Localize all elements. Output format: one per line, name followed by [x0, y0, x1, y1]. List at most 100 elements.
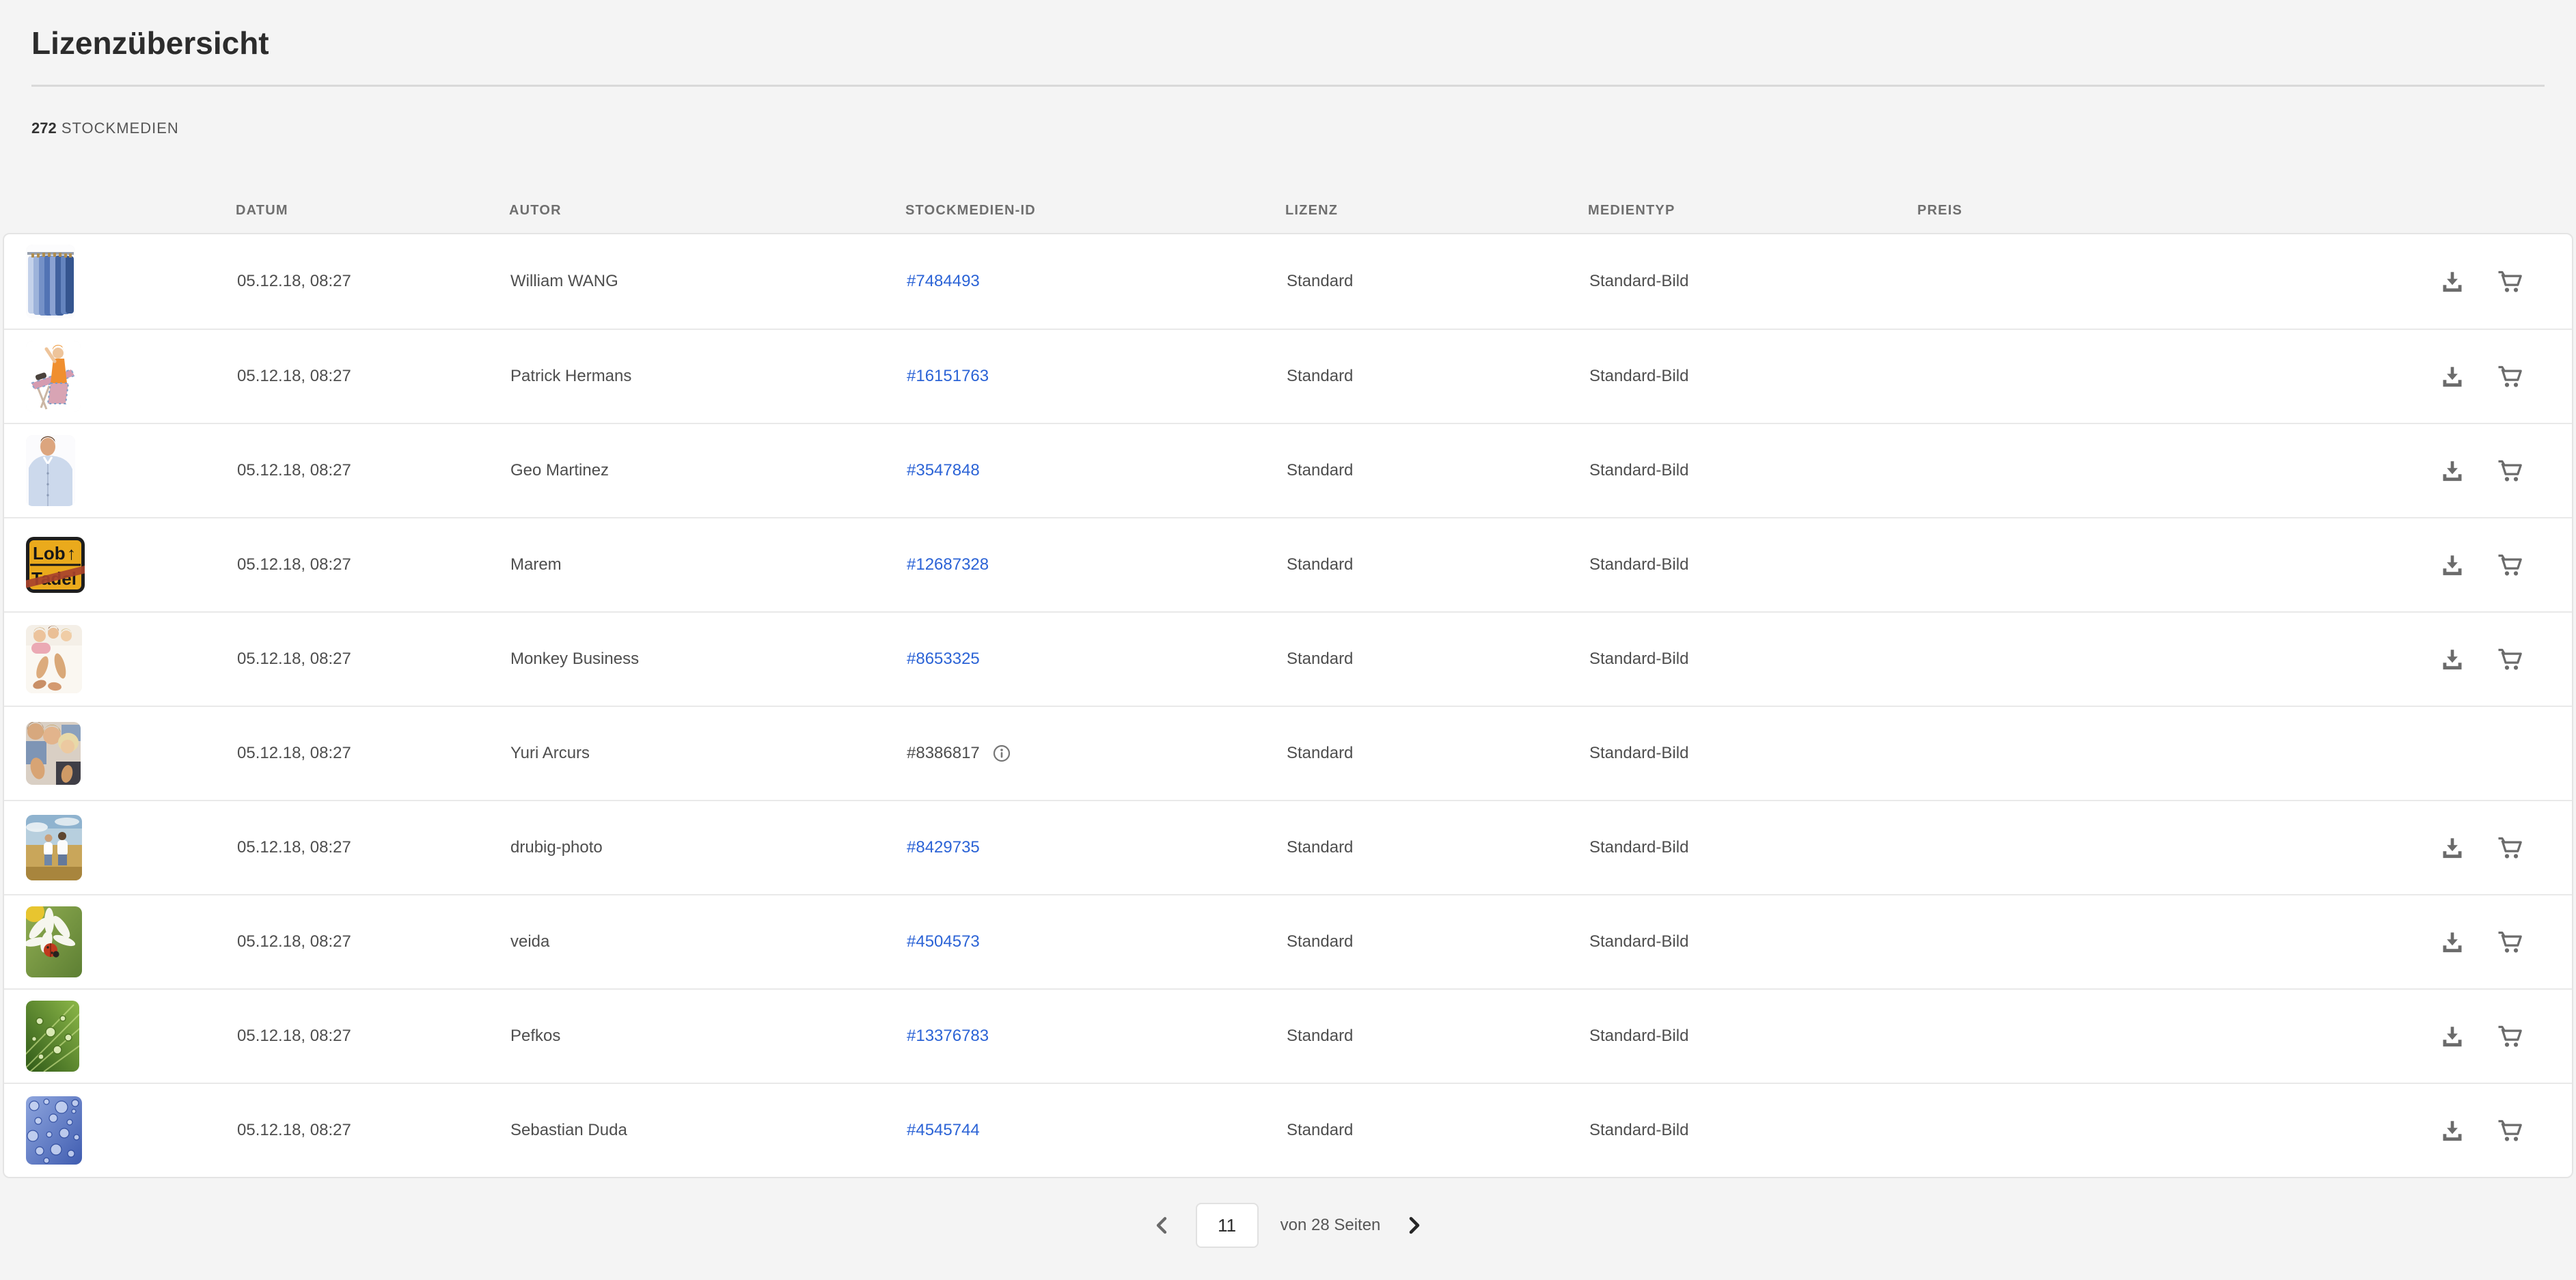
row-actions [2270, 458, 2572, 484]
row-date: 05.12.18, 08:27 [237, 744, 351, 762]
row-date: 05.12.18, 08:27 [237, 461, 351, 479]
stock-media-thumbnail[interactable] [26, 1001, 79, 1072]
row-mediatype: Standard-Bild [1589, 1027, 1689, 1045]
row-actions [2270, 929, 2572, 955]
column-header-autor: AUTOR [509, 202, 562, 218]
stock-media-thumbnail[interactable] [26, 341, 81, 412]
add-to-cart-icon[interactable] [2495, 552, 2524, 578]
column-header-preis: PREIS [1917, 202, 1963, 218]
stock-id-link[interactable]: #4504573 [907, 932, 980, 951]
stock-id-link[interactable]: #4545744 [907, 1121, 980, 1140]
license-table: 05.12.18, 08:27 William WANG #7484493 St… [3, 233, 2573, 1178]
download-icon[interactable] [2439, 552, 2465, 578]
row-license: Standard [1287, 744, 1354, 762]
stock-id-link[interactable]: #3547848 [907, 461, 980, 480]
row-actions [2270, 646, 2572, 672]
stock-media-thumbnail[interactable] [26, 906, 82, 977]
page-header: Lizenzübersicht [0, 0, 2576, 61]
row-license: Standard [1287, 555, 1354, 574]
count-number: 272 [31, 120, 57, 137]
add-to-cart-icon[interactable] [2495, 268, 2524, 294]
row-date: 05.12.18, 08:27 [237, 1121, 351, 1139]
row-license: Standard [1287, 461, 1354, 479]
row-mediatype: Standard-Bild [1589, 744, 1689, 762]
column-header-datum: DATUM [236, 202, 288, 218]
download-icon[interactable] [2439, 929, 2465, 955]
download-icon[interactable] [2439, 835, 2465, 861]
download-icon[interactable] [2439, 458, 2465, 484]
svg-text:↑: ↑ [67, 543, 76, 564]
count-label: STOCKMEDIEN [61, 120, 179, 137]
row-author: Marem [510, 555, 562, 574]
row-actions [2270, 268, 2572, 294]
row-date: 05.12.18, 08:27 [237, 272, 351, 290]
download-icon[interactable] [2439, 1023, 2465, 1049]
chevron-left-icon[interactable] [1149, 1210, 1175, 1241]
stock-id-link: #8386817 [907, 744, 980, 762]
row-author: Yuri Arcurs [510, 744, 590, 762]
row-license: Standard [1287, 367, 1354, 385]
row-author: Geo Martinez [510, 461, 609, 479]
row-mediatype: Standard-Bild [1589, 555, 1689, 574]
download-icon[interactable] [2439, 1117, 2465, 1143]
stock-id-link[interactable]: #8429735 [907, 838, 980, 857]
svg-text:Lob: Lob [33, 543, 66, 564]
stock-media-thumbnail[interactable] [26, 625, 82, 693]
add-to-cart-icon[interactable] [2495, 929, 2524, 955]
table-row: 05.12.18, 08:27 Geo Martinez #3547848 St… [4, 423, 2572, 517]
title-divider [31, 85, 2545, 87]
add-to-cart-icon[interactable] [2495, 646, 2524, 672]
add-to-cart-icon[interactable] [2495, 363, 2524, 389]
row-license: Standard [1287, 932, 1354, 951]
add-to-cart-icon[interactable] [2495, 1023, 2524, 1049]
row-actions [2270, 1023, 2572, 1049]
column-header-lizenz: LIZENZ [1285, 202, 1339, 218]
row-date: 05.12.18, 08:27 [237, 932, 351, 951]
download-icon[interactable] [2439, 268, 2465, 294]
row-mediatype: Standard-Bild [1589, 932, 1689, 951]
table-row: 05.12.18, 08:27 William WANG #7484493 St… [4, 234, 2572, 329]
add-to-cart-icon[interactable] [2495, 1117, 2524, 1143]
add-to-cart-icon[interactable] [2495, 458, 2524, 484]
row-mediatype: Standard-Bild [1589, 650, 1689, 668]
row-mediatype: Standard-Bild [1589, 272, 1689, 290]
row-mediatype: Standard-Bild [1589, 367, 1689, 385]
download-icon[interactable] [2439, 646, 2465, 672]
stock-media-thumbnail[interactable]: Lob↑Tadel [26, 537, 85, 593]
page-number-input[interactable] [1195, 1203, 1259, 1248]
row-license: Standard [1287, 1027, 1354, 1045]
stock-id-link[interactable]: #16151763 [907, 367, 989, 386]
table-row: 05.12.18, 08:27 veida #4504573 Standard … [4, 894, 2572, 988]
row-author: Sebastian Duda [510, 1121, 627, 1139]
stock-media-count: 272 STOCKMEDIEN [31, 120, 2545, 137]
stock-media-thumbnail[interactable] [26, 245, 75, 318]
stock-id-link[interactable]: #12687328 [907, 555, 989, 574]
row-author: veida [510, 932, 550, 951]
table-row: 05.12.18, 08:27 Yuri Arcurs #8386817 Sta… [4, 706, 2572, 800]
download-icon[interactable] [2439, 363, 2465, 389]
row-actions [2270, 552, 2572, 578]
row-license: Standard [1287, 272, 1354, 290]
stock-media-thumbnail[interactable] [26, 815, 82, 880]
row-date: 05.12.18, 08:27 [237, 838, 351, 857]
row-author: Pefkos [510, 1027, 561, 1045]
stock-media-thumbnail[interactable] [26, 722, 81, 785]
row-date: 05.12.18, 08:27 [237, 555, 351, 574]
stock-media-thumbnail[interactable] [26, 1096, 82, 1165]
row-mediatype: Standard-Bild [1589, 838, 1689, 857]
info-icon[interactable] [992, 744, 1011, 763]
stock-media-thumbnail[interactable] [26, 435, 75, 506]
chevron-right-icon[interactable] [1401, 1210, 1427, 1241]
table-row: 05.12.18, 08:27 Sebastian Duda #4545744 … [4, 1083, 2572, 1177]
table-column-headers: DATUM AUTOR STOCKMEDIEN-ID LIZENZ MEDIEN… [3, 201, 2573, 219]
stock-id-link[interactable]: #8653325 [907, 650, 980, 669]
row-actions [2270, 835, 2572, 861]
table-row: 05.12.18, 08:27 drubig-photo #8429735 St… [4, 800, 2572, 894]
stock-id-link[interactable]: #7484493 [907, 272, 980, 291]
row-author: Patrick Hermans [510, 367, 632, 385]
row-actions [2270, 363, 2572, 389]
stock-id-link[interactable]: #13376783 [907, 1027, 989, 1046]
add-to-cart-icon[interactable] [2495, 835, 2524, 861]
row-date: 05.12.18, 08:27 [237, 650, 351, 668]
column-header-stockmedien-id: STOCKMEDIEN-ID [905, 202, 1036, 218]
